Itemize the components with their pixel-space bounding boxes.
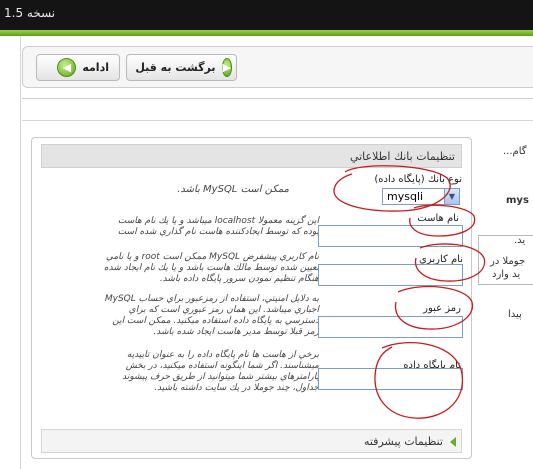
db-name-help: برخي از هاست ها نام پايگاه داده را به عن… — [122, 350, 319, 393]
divider — [22, 120, 533, 121]
next-arrow-icon: ◀ — [57, 58, 77, 77]
advanced-settings-toggle[interactable]: تنظیمات پيشرفته — [41, 429, 462, 453]
title-bar: نسخه 1.5 — [0, 0, 533, 30]
side-text: پيدا — [508, 309, 522, 320]
db-name-input[interactable] — [318, 368, 463, 390]
password-input[interactable] — [318, 316, 463, 338]
back-arrow-icon: ▶ — [221, 58, 232, 77]
side-text: جوملا در — [490, 256, 526, 267]
panel-title: تنظیمات بانك اطلاعاتي — [349, 150, 455, 163]
divider — [22, 98, 533, 99]
database-settings-panel: تنظیمات بانك اطلاعاتي نوع بانك (پايگاه د… — [31, 137, 472, 459]
navigation-toolbar: ادامه ◀ ▶ برگشت به قبل — [22, 46, 533, 88]
next-button[interactable]: ادامه ◀ — [36, 54, 120, 81]
db-type-value: mysqli — [387, 190, 424, 203]
host-input[interactable] — [318, 225, 463, 247]
advanced-settings-label: تنظیمات پيشرفته — [363, 435, 443, 448]
expand-arrow-icon — [450, 437, 456, 447]
back-button[interactable]: ▶ برگشت به قبل — [126, 54, 237, 81]
password-label: رمز عبور — [423, 303, 461, 314]
side-text: mys — [506, 195, 529, 206]
db-type-select[interactable]: mysqli ▼ — [382, 188, 460, 205]
panel-header: تنظیمات بانك اطلاعاتي — [41, 144, 462, 168]
host-help: اين گزينه معمولا localhost ميباشد و يا ي… — [117, 216, 319, 237]
version-label: نسخه 1.5 — [4, 6, 56, 20]
side-text: يد وارد — [492, 269, 521, 280]
username-help: نام كاربري پيشفرض MySQL ممكن است root و … — [103, 252, 319, 284]
side-text: گام... — [503, 146, 527, 157]
back-button-label: برگشت به قبل — [135, 61, 216, 74]
chevron-down-icon: ▼ — [444, 189, 459, 204]
username-input[interactable] — [318, 264, 463, 286]
next-button-label: ادامه — [82, 61, 109, 74]
host-label: نام هاست — [417, 213, 459, 224]
left-divider — [20, 36, 21, 469]
accent-bar — [0, 30, 533, 36]
db-type-label: نوع بانك (پايگاه داده) — [374, 174, 462, 185]
db-type-help: ممكن است MySQL باشد. — [177, 184, 289, 195]
password-help: به دلايل امنيتي، استفاده از رمزعبور براي… — [104, 294, 319, 337]
